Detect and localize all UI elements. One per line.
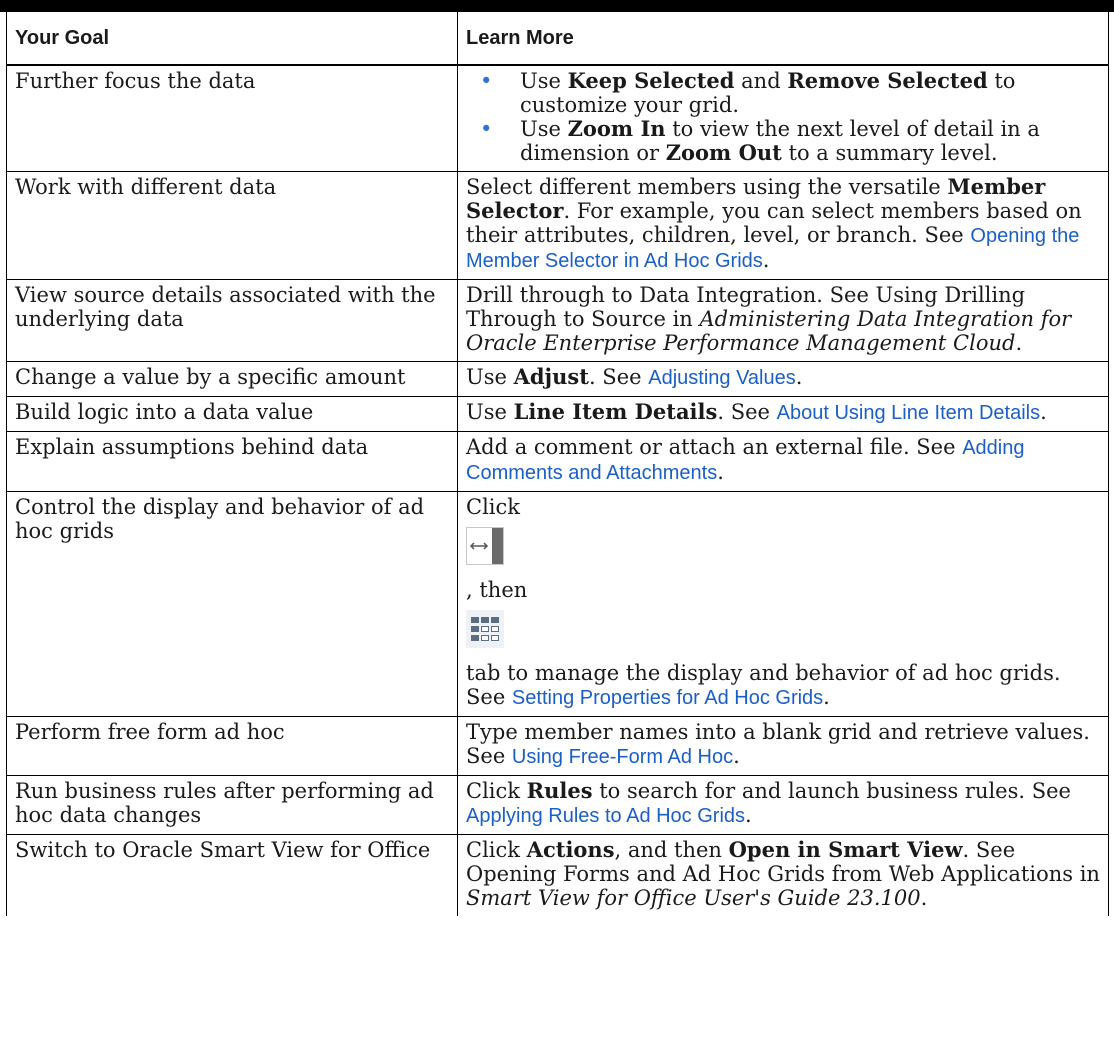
text: , then	[466, 578, 528, 602]
text: .	[823, 685, 830, 709]
text: .	[745, 803, 752, 827]
goal-cell: Run business rules after performing ad h…	[6, 775, 458, 835]
table-row: Work with different data Select differen…	[6, 171, 1109, 280]
bullet-icon: •	[480, 117, 493, 141]
list-item: • Use Keep Selected and Remove Selected t…	[466, 68, 1100, 118]
actions-term: Actions	[526, 837, 615, 862]
book-title: Smart View for Office User's Guide 23.10…	[466, 886, 921, 910]
bullet-icon: •	[480, 69, 493, 93]
goal-cell: View source details associated with the …	[6, 279, 458, 362]
goal-cell: Change a value by a specific amount	[6, 361, 458, 397]
learn-more-cell: Add a comment or attach an external file…	[457, 431, 1109, 492]
goal-cell: Control the display and behavior of ad h…	[6, 491, 458, 717]
zoom-out-term: Zoom Out	[665, 140, 782, 165]
goal-cell: Work with different data	[6, 171, 458, 280]
table-row: View source details associated with the …	[6, 279, 1109, 362]
document-page: Your Goal Learn More Further focus the d…	[0, 0, 1114, 1038]
text: .	[733, 744, 740, 768]
table-row: Control the display and behavior of ad h…	[6, 491, 1109, 717]
learn-more-cell: Type member names into a blank grid and …	[457, 716, 1109, 776]
top-rule	[0, 0, 1114, 12]
open-in-smart-view-term: Open in Smart View	[728, 837, 963, 862]
table-row: Build logic into a data value Use Line I…	[6, 396, 1109, 432]
learn-more-cell: Drill through to Data Integration. See U…	[457, 279, 1109, 362]
line-item-details-link[interactable]: About Using Line Item Details	[777, 402, 1040, 424]
text: Use	[466, 400, 514, 424]
table-row: Explain assumptions behind data Add a co…	[6, 431, 1109, 492]
column-header-your-goal: Your Goal	[6, 12, 458, 66]
rules-term: Rules	[526, 778, 593, 803]
setting-properties-link[interactable]: Setting Properties for Ad Hoc Grids	[512, 687, 823, 709]
table-row: Perform free form ad hoc Type member nam…	[6, 716, 1109, 776]
remove-selected-term: Remove Selected	[787, 68, 988, 93]
text: Use	[466, 365, 514, 389]
line-item-details-term: Line Item Details	[513, 399, 718, 424]
learn-more-cell: Select different members using the versa…	[457, 171, 1109, 280]
goal-cell: Switch to Oracle Smart View for Office	[6, 834, 458, 916]
learn-more-cell: • Use Keep Selected and Remove Selected t…	[457, 64, 1109, 172]
text: Click	[466, 779, 527, 803]
table-row: Further focus the data • Use Keep Selecte…	[6, 64, 1109, 172]
learn-more-cell: Click Actions, and then Open in Smart Vi…	[457, 834, 1109, 916]
column-header-learn-more: Learn More	[457, 12, 1109, 66]
panel-toggle-icon[interactable]	[466, 527, 1100, 570]
free-form-ad-hoc-link[interactable]: Using Free-Form Ad Hoc	[512, 746, 733, 768]
text: Use	[520, 69, 568, 93]
goal-cell: Perform free form ad hoc	[6, 716, 458, 776]
text: Select different members using the versa…	[466, 175, 948, 199]
bullet-list: • Use Keep Selected and Remove Selected t…	[466, 68, 1100, 166]
text: to search for and launch business rules.…	[592, 779, 1071, 803]
goal-cell: Build logic into a data value	[6, 396, 458, 432]
text: .	[1040, 400, 1047, 424]
goal-cell: Explain assumptions behind data	[6, 431, 458, 492]
learn-more-cell: Click , then tab to manage the display a…	[457, 491, 1109, 717]
text: . See	[717, 400, 777, 424]
learn-more-cell: Use Adjust. See Adjusting Values.	[457, 361, 1109, 397]
table-row: Change a value by a specific amount Use …	[6, 361, 1109, 397]
text: .	[717, 460, 724, 484]
table-header-row: Your Goal Learn More	[6, 12, 1109, 66]
text: .	[1015, 331, 1023, 355]
list-item: • Use Zoom In to view the next level of d…	[466, 116, 1100, 166]
learn-more-cell: Use Line Item Details. See About Using L…	[457, 396, 1109, 432]
keep-selected-term: Keep Selected	[567, 68, 735, 93]
text: Use	[520, 117, 568, 141]
adjust-term: Adjust	[513, 364, 589, 389]
text: Add a comment or attach an external file…	[466, 435, 963, 459]
learn-more-cell: Click Rules to search for and launch bus…	[457, 775, 1109, 835]
goal-cell: Further focus the data	[6, 64, 458, 172]
text: .	[762, 248, 770, 272]
text: Click	[466, 838, 527, 862]
text: .	[920, 886, 928, 910]
table-row: Run business rules after performing ad h…	[6, 775, 1109, 835]
table-row: Switch to Oracle Smart View for Office C…	[6, 834, 1109, 916]
grid-properties-icon[interactable]	[466, 610, 1100, 653]
text: .	[795, 365, 803, 389]
text: , and then	[614, 838, 729, 862]
text: and	[734, 69, 788, 93]
goals-table: Your Goal Learn More Further focus the d…	[6, 12, 1109, 916]
adjusting-values-link[interactable]: Adjusting Values	[648, 367, 796, 389]
text: to a summary level.	[781, 141, 998, 165]
text: Click	[466, 495, 520, 519]
applying-rules-link[interactable]: Applying Rules to Ad Hoc Grids	[466, 805, 745, 827]
text: . See	[588, 365, 649, 389]
zoom-in-term: Zoom In	[567, 116, 666, 141]
